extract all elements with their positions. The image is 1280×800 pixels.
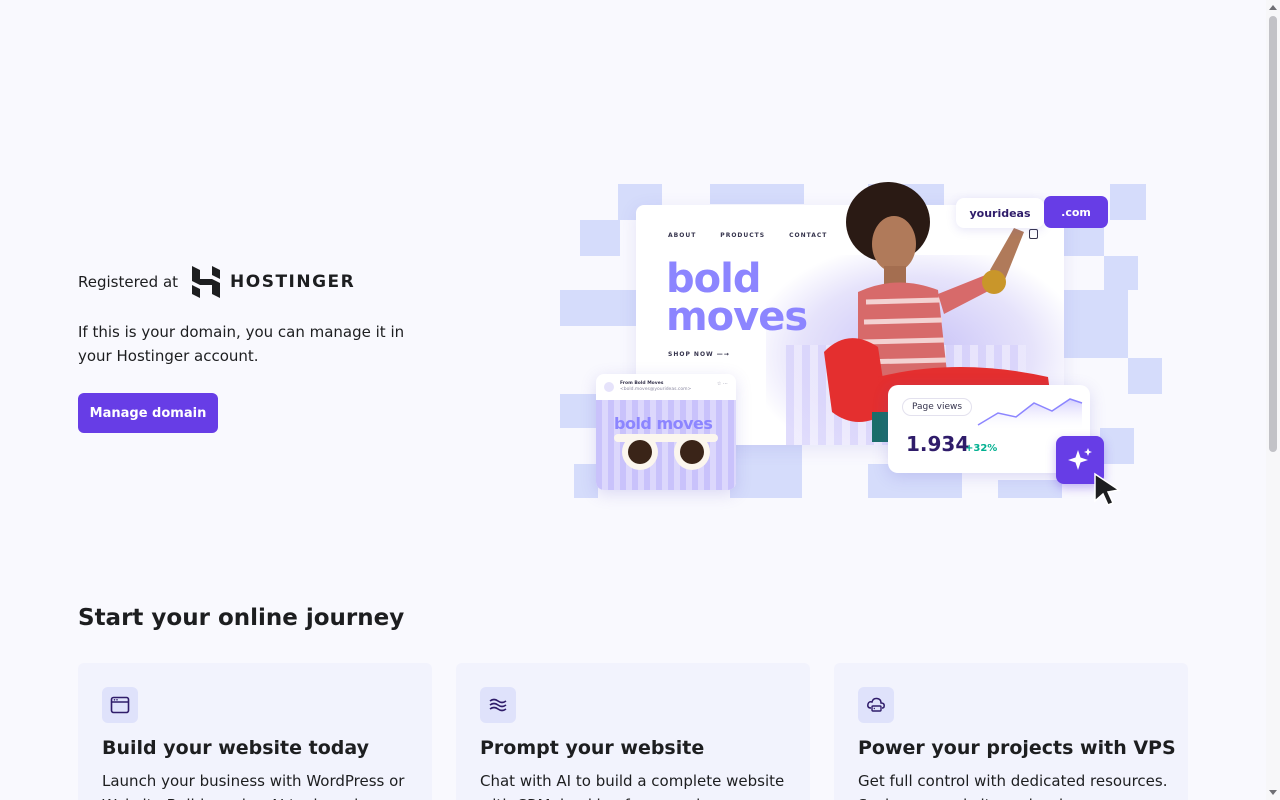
hostinger-logo-mark-icon bbox=[192, 266, 221, 298]
website-nav-products: PRODUCTS bbox=[720, 232, 766, 239]
decor-square bbox=[1104, 256, 1138, 290]
manage-domain-button[interactable]: Manage domain bbox=[78, 393, 218, 433]
website-headline-line1: bold bbox=[666, 256, 761, 302]
hero-description: If this is your domain, you can manage i… bbox=[78, 323, 405, 365]
card-title: Prompt your website bbox=[480, 737, 705, 759]
decor-square bbox=[710, 184, 804, 204]
ai-waves-icon bbox=[489, 698, 507, 712]
email-address: <bold.moves@yourideas.com> bbox=[620, 387, 692, 392]
decor-square bbox=[1100, 428, 1134, 464]
scroll-thumb[interactable] bbox=[1269, 16, 1277, 452]
card-icon-container bbox=[102, 687, 138, 723]
decor-square bbox=[1128, 358, 1162, 394]
card-icon-container bbox=[480, 687, 516, 723]
scroll-down-arrow-icon[interactable] bbox=[1269, 790, 1277, 795]
decor-square bbox=[580, 220, 620, 256]
website-nav-about: ABOUT bbox=[668, 232, 697, 239]
page-views-sparkline bbox=[977, 398, 1083, 431]
decor-square bbox=[560, 290, 636, 326]
mouse-cursor-icon bbox=[1094, 472, 1121, 506]
registered-at-row: Registered at HOSTINGER bbox=[78, 266, 355, 298]
email-actions-icon: ☆ ⋯ bbox=[716, 381, 728, 387]
card-icon-container bbox=[858, 687, 894, 723]
email-avatar bbox=[604, 382, 614, 392]
website-preview-nav: ABOUT PRODUCTS CONTACT bbox=[668, 232, 827, 239]
scroll-up-arrow-icon[interactable] bbox=[1269, 5, 1277, 10]
decor-square bbox=[574, 464, 598, 498]
journey-heading: Start your online journey bbox=[78, 605, 405, 631]
card-text: Chat with AI to build a complete website… bbox=[480, 772, 785, 800]
journey-card-build-website[interactable]: Build your website today Launch your bus… bbox=[78, 663, 432, 800]
page-views-label: Page views bbox=[902, 398, 973, 416]
hostinger-logo[interactable]: HOSTINGER bbox=[192, 266, 355, 298]
website-headline: bold moves bbox=[666, 256, 808, 340]
cloud-server-icon bbox=[867, 697, 885, 712]
email-hero-image: bold moves bbox=[596, 400, 736, 490]
registered-label: Registered at bbox=[78, 273, 179, 291]
journey-card-vps[interactable]: Power your projects with VPS Get full co… bbox=[834, 663, 1188, 800]
card-title: Power your projects with VPS bbox=[858, 737, 1176, 759]
website-headline-line2: moves bbox=[666, 294, 808, 340]
browser-window-icon bbox=[110, 696, 130, 714]
decor-square bbox=[998, 480, 1062, 498]
hero-illustration: ABOUT PRODUCTS CONTACT bold moves SHOP N… bbox=[560, 180, 1170, 520]
email-sender: From Bold Moves <bold.moves@yourideas.co… bbox=[620, 381, 691, 393]
website-shop-now: SHOP NOW —→ bbox=[668, 351, 730, 358]
journey-card-prompt-website[interactable]: Prompt your website Chat with AI to buil… bbox=[456, 663, 810, 800]
decor-square bbox=[560, 394, 596, 428]
page-scrollbar[interactable] bbox=[1266, 0, 1280, 800]
page-views-value: 1.934 bbox=[906, 432, 970, 456]
shop-now-label: SHOP NOW bbox=[668, 351, 714, 358]
decor-square bbox=[730, 442, 802, 498]
page-views-delta: +32% bbox=[965, 443, 998, 454]
email-header: From Bold Moves <bold.moves@yourideas.co… bbox=[604, 381, 691, 393]
decor-square bbox=[1110, 184, 1146, 220]
card-text: Get full control with dedicated resource… bbox=[858, 772, 1168, 800]
card-text: Launch your business with WordPress or W… bbox=[102, 772, 405, 800]
domain-name-pill: yourideas bbox=[956, 198, 1044, 228]
domain-tld-pill: .com bbox=[1044, 196, 1108, 228]
email-preview-card: From Bold Moves <bold.moves@yourideas.co… bbox=[596, 374, 736, 490]
hostinger-logo-text: HOSTINGER bbox=[230, 272, 356, 292]
sunglasses-image bbox=[614, 434, 718, 470]
card-title: Build your website today bbox=[102, 737, 370, 759]
